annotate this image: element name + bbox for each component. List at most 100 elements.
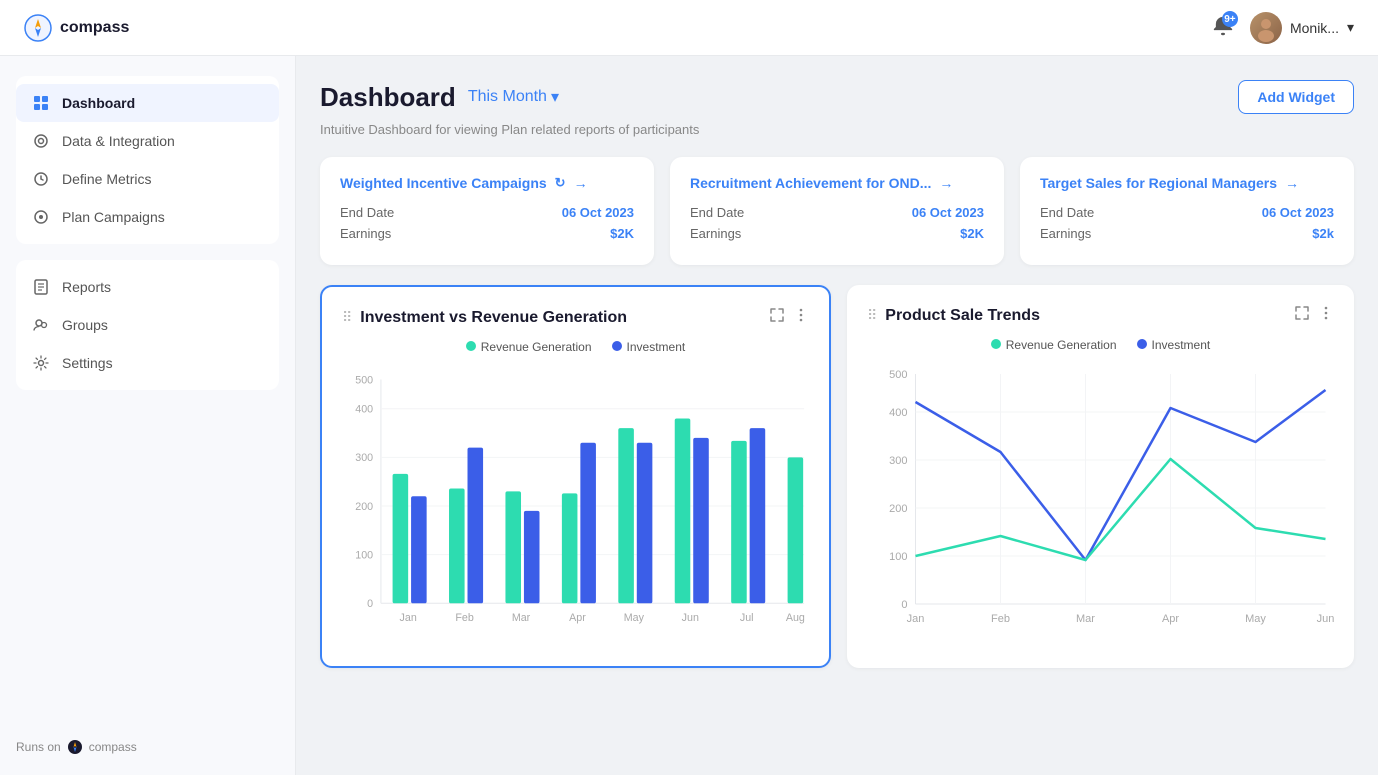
legend-investment-dot: [612, 341, 622, 351]
svg-text:200: 200: [889, 503, 907, 515]
sidebar-item-reports[interactable]: Reports: [16, 268, 279, 306]
avatar: [1250, 12, 1282, 44]
sidebar-settings-label: Settings: [62, 355, 113, 371]
topnav-right: 9+ Monik... ▾: [1212, 12, 1354, 44]
svg-text:Feb: Feb: [455, 612, 473, 624]
sidebar-item-settings[interactable]: Settings: [16, 344, 279, 382]
bar-chart-expand-button[interactable]: [769, 307, 785, 328]
line-chart-expand-button[interactable]: [1294, 305, 1310, 326]
legend-revenue-dot: [466, 341, 476, 351]
sidebar-item-plan-campaigns[interactable]: Plan Campaigns: [16, 198, 279, 236]
bar-chart-header: ⠿ Investment vs Revenue Generation: [342, 307, 809, 328]
groups-icon: [32, 316, 50, 334]
user-menu-button[interactable]: Monik... ▾: [1250, 12, 1354, 44]
svg-text:200: 200: [355, 501, 373, 513]
page-title: Dashboard: [320, 82, 456, 113]
bar-chart-card: ⠿ Investment vs Revenue Generation Reven…: [320, 285, 831, 668]
card-title-2: Recruitment Achievement for OND... →: [690, 175, 984, 191]
footer-logo-icon: [67, 739, 83, 755]
card-3-enddate-row: End Date 06 Oct 2023: [1040, 205, 1334, 220]
svg-text:Apr: Apr: [569, 612, 586, 624]
sidebar-item-define-metrics[interactable]: Define Metrics: [16, 160, 279, 198]
period-selector-button[interactable]: This Month ▾: [468, 87, 559, 107]
bar-chart-svg: 0 100 200 300 400 500: [342, 366, 809, 646]
card-3-enddate-label: End Date: [1040, 205, 1094, 220]
bar-chart-actions: [769, 307, 809, 328]
card-1-arrow-icon[interactable]: →: [574, 175, 588, 191]
compass-logo-icon: [24, 14, 52, 42]
svg-text:300: 300: [355, 452, 373, 464]
svg-text:Mar: Mar: [512, 612, 531, 624]
line-chart-card: ⠿ Product Sale Trends Revenue Generation: [847, 285, 1354, 668]
avatar-silhouette: [1252, 14, 1280, 42]
notification-button[interactable]: 9+: [1212, 15, 1234, 40]
sidebar-item-groups[interactable]: Groups: [16, 306, 279, 344]
svg-text:100: 100: [889, 551, 907, 563]
avatar-image: [1250, 12, 1282, 44]
svg-text:100: 100: [355, 550, 373, 562]
bar-chart-more-button[interactable]: [793, 307, 809, 328]
line-legend-investment-item: Investment: [1137, 338, 1211, 352]
sidebar-item-data-integration[interactable]: Data & Integration: [16, 122, 279, 160]
card-2-title-text: Recruitment Achievement for OND...: [690, 175, 931, 191]
svg-text:Jan: Jan: [907, 613, 925, 625]
sidebar-footer: Runs on compass: [16, 739, 279, 755]
line-chart-area: 0 100 200 300 400 500 Jan Feb Mar: [867, 364, 1334, 644]
svg-text:Jun: Jun: [1317, 613, 1334, 625]
svg-text:Aug: Aug: [786, 612, 805, 624]
dashboard-icon: [32, 94, 50, 112]
bar-chart-legend: Revenue Generation Investment: [342, 340, 809, 354]
chevron-down-icon: ▾: [1347, 19, 1354, 36]
card-title-3: Target Sales for Regional Managers →: [1040, 175, 1334, 191]
card-2-enddate-value: 06 Oct 2023: [912, 205, 984, 220]
line-legend-revenue-item: Revenue Generation: [991, 338, 1117, 352]
card-1-enddate-row: End Date 06 Oct 2023: [340, 205, 634, 220]
legend-investment-label: Investment: [627, 340, 686, 354]
sidebar-dashboard-label: Dashboard: [62, 95, 135, 111]
charts-row: ⠿ Investment vs Revenue Generation Reven…: [320, 285, 1354, 668]
svg-text:Apr: Apr: [1162, 613, 1179, 625]
add-widget-button[interactable]: Add Widget: [1238, 80, 1354, 114]
sidebar-groups-label: Groups: [62, 317, 108, 333]
sidebar: Dashboard Data & Integration Define Metr…: [0, 56, 296, 775]
card-recruitment: Recruitment Achievement for OND... → End…: [670, 157, 1004, 265]
more-icon: [793, 307, 809, 323]
card-3-enddate-value: 06 Oct 2023: [1262, 205, 1334, 220]
card-2-arrow-icon[interactable]: →: [939, 175, 953, 191]
card-3-earnings-row: Earnings $2k: [1040, 226, 1334, 241]
card-3-arrow-icon[interactable]: →: [1285, 175, 1299, 191]
svg-text:May: May: [1245, 613, 1266, 625]
logo: compass: [24, 14, 129, 42]
sidebar-metrics-label: Define Metrics: [62, 171, 151, 187]
card-1-enddate-value: 06 Oct 2023: [562, 205, 634, 220]
card-3-earnings-label: Earnings: [1040, 226, 1091, 241]
notification-badge: 9+: [1222, 11, 1238, 27]
footer-text: Runs on: [16, 740, 61, 754]
cards-row: Weighted Incentive Campaigns ↻ → End Dat…: [320, 157, 1354, 265]
line-legend-investment-label: Investment: [1152, 338, 1211, 352]
card-2-earnings-row: Earnings $2K: [690, 226, 984, 241]
line-chart-more-button[interactable]: [1318, 305, 1334, 326]
footer-brand: compass: [89, 740, 137, 754]
bar-chart-drag-icon: ⠿: [342, 309, 352, 326]
card-1-enddate-label: End Date: [340, 205, 394, 220]
card-3-earnings-value: $2k: [1312, 226, 1334, 241]
line-chart-legend: Revenue Generation Investment: [867, 338, 1334, 352]
settings-icon: [32, 354, 50, 372]
card-1-title-text: Weighted Incentive Campaigns: [340, 175, 547, 191]
svg-text:400: 400: [355, 404, 373, 416]
svg-text:Jan: Jan: [400, 612, 417, 624]
content-header: Dashboard This Month ▾ Add Widget: [320, 80, 1354, 114]
svg-text:May: May: [624, 612, 645, 624]
card-2-earnings-label: Earnings: [690, 226, 741, 241]
topnav: compass 9+ Monik... ▾: [0, 0, 1378, 56]
sidebar-item-dashboard[interactable]: Dashboard: [16, 84, 279, 122]
sidebar-section-secondary: Reports Groups Settings: [16, 260, 279, 390]
svg-text:Jul: Jul: [740, 612, 754, 624]
svg-text:Jun: Jun: [682, 612, 699, 624]
sidebar-campaigns-label: Plan Campaigns: [62, 209, 165, 225]
card-2-earnings-value: $2K: [960, 226, 984, 241]
sidebar-reports-label: Reports: [62, 279, 111, 295]
define-metrics-icon: [32, 170, 50, 188]
legend-revenue-label: Revenue Generation: [481, 340, 592, 354]
